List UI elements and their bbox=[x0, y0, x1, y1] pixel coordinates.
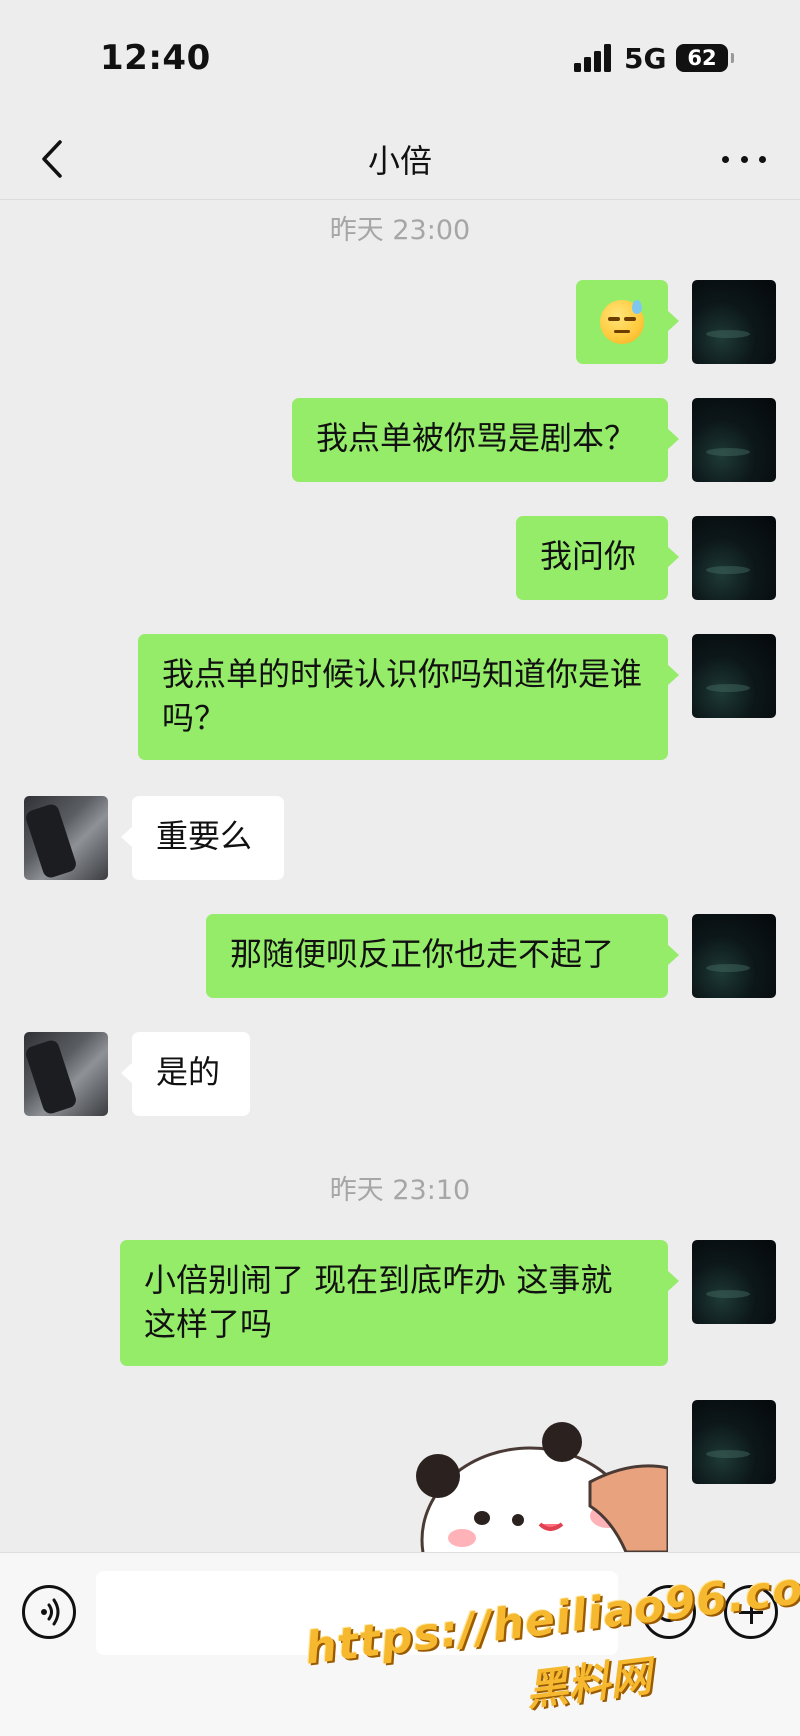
panda-bear-sticker[interactable] bbox=[412, 1420, 668, 1552]
status-bar: 12:40 5G 62 bbox=[0, 0, 800, 118]
my-avatar[interactable] bbox=[692, 914, 776, 998]
message-bubble-sent[interactable]: 我点单被你骂是剧本？ bbox=[292, 398, 679, 482]
watermark-name: 黑料网 bbox=[523, 1651, 655, 1716]
message-timestamp: 昨天 23:10 bbox=[329, 1175, 471, 1206]
message-bubble-sent[interactable]: 我问你 bbox=[516, 516, 679, 600]
more-dots-icon bbox=[722, 155, 729, 163]
sweat-smile-emoji-icon bbox=[600, 300, 644, 344]
message-bubble-received[interactable]: 是的 bbox=[121, 1032, 250, 1116]
my-avatar[interactable] bbox=[692, 280, 776, 364]
more-button[interactable] bbox=[722, 144, 766, 174]
my-avatar[interactable] bbox=[692, 1240, 776, 1324]
my-avatar[interactable] bbox=[692, 1400, 776, 1484]
contact-avatar[interactable] bbox=[24, 1032, 108, 1116]
network-type: 5G bbox=[624, 42, 667, 75]
my-avatar[interactable] bbox=[692, 398, 776, 482]
message-bubble-sent[interactable]: 我点单的时候认识你吗知道你是谁吗？ bbox=[138, 634, 679, 760]
voice-icon bbox=[41, 1598, 60, 1626]
battery-icon: 62 bbox=[676, 44, 734, 72]
message-bubble-sent[interactable]: 小倍别闹了 现在到底咋办 这事就这样了吗 bbox=[120, 1240, 679, 1366]
message-timestamp: 昨天 23:00 bbox=[329, 215, 471, 246]
message-bubble-sent[interactable]: 那随便呗反正你也走不起了 bbox=[206, 914, 679, 998]
message-bubble-received[interactable]: 重要么 bbox=[121, 796, 284, 880]
voice-button[interactable] bbox=[22, 1585, 76, 1639]
my-avatar[interactable] bbox=[692, 634, 776, 718]
chat-header: 小倍 bbox=[0, 118, 800, 200]
chat-title: 小倍 bbox=[367, 142, 432, 180]
contact-avatar[interactable] bbox=[24, 796, 108, 880]
my-avatar[interactable] bbox=[692, 516, 776, 600]
signal-icon bbox=[574, 44, 614, 72]
clock: 12:40 bbox=[100, 38, 211, 78]
